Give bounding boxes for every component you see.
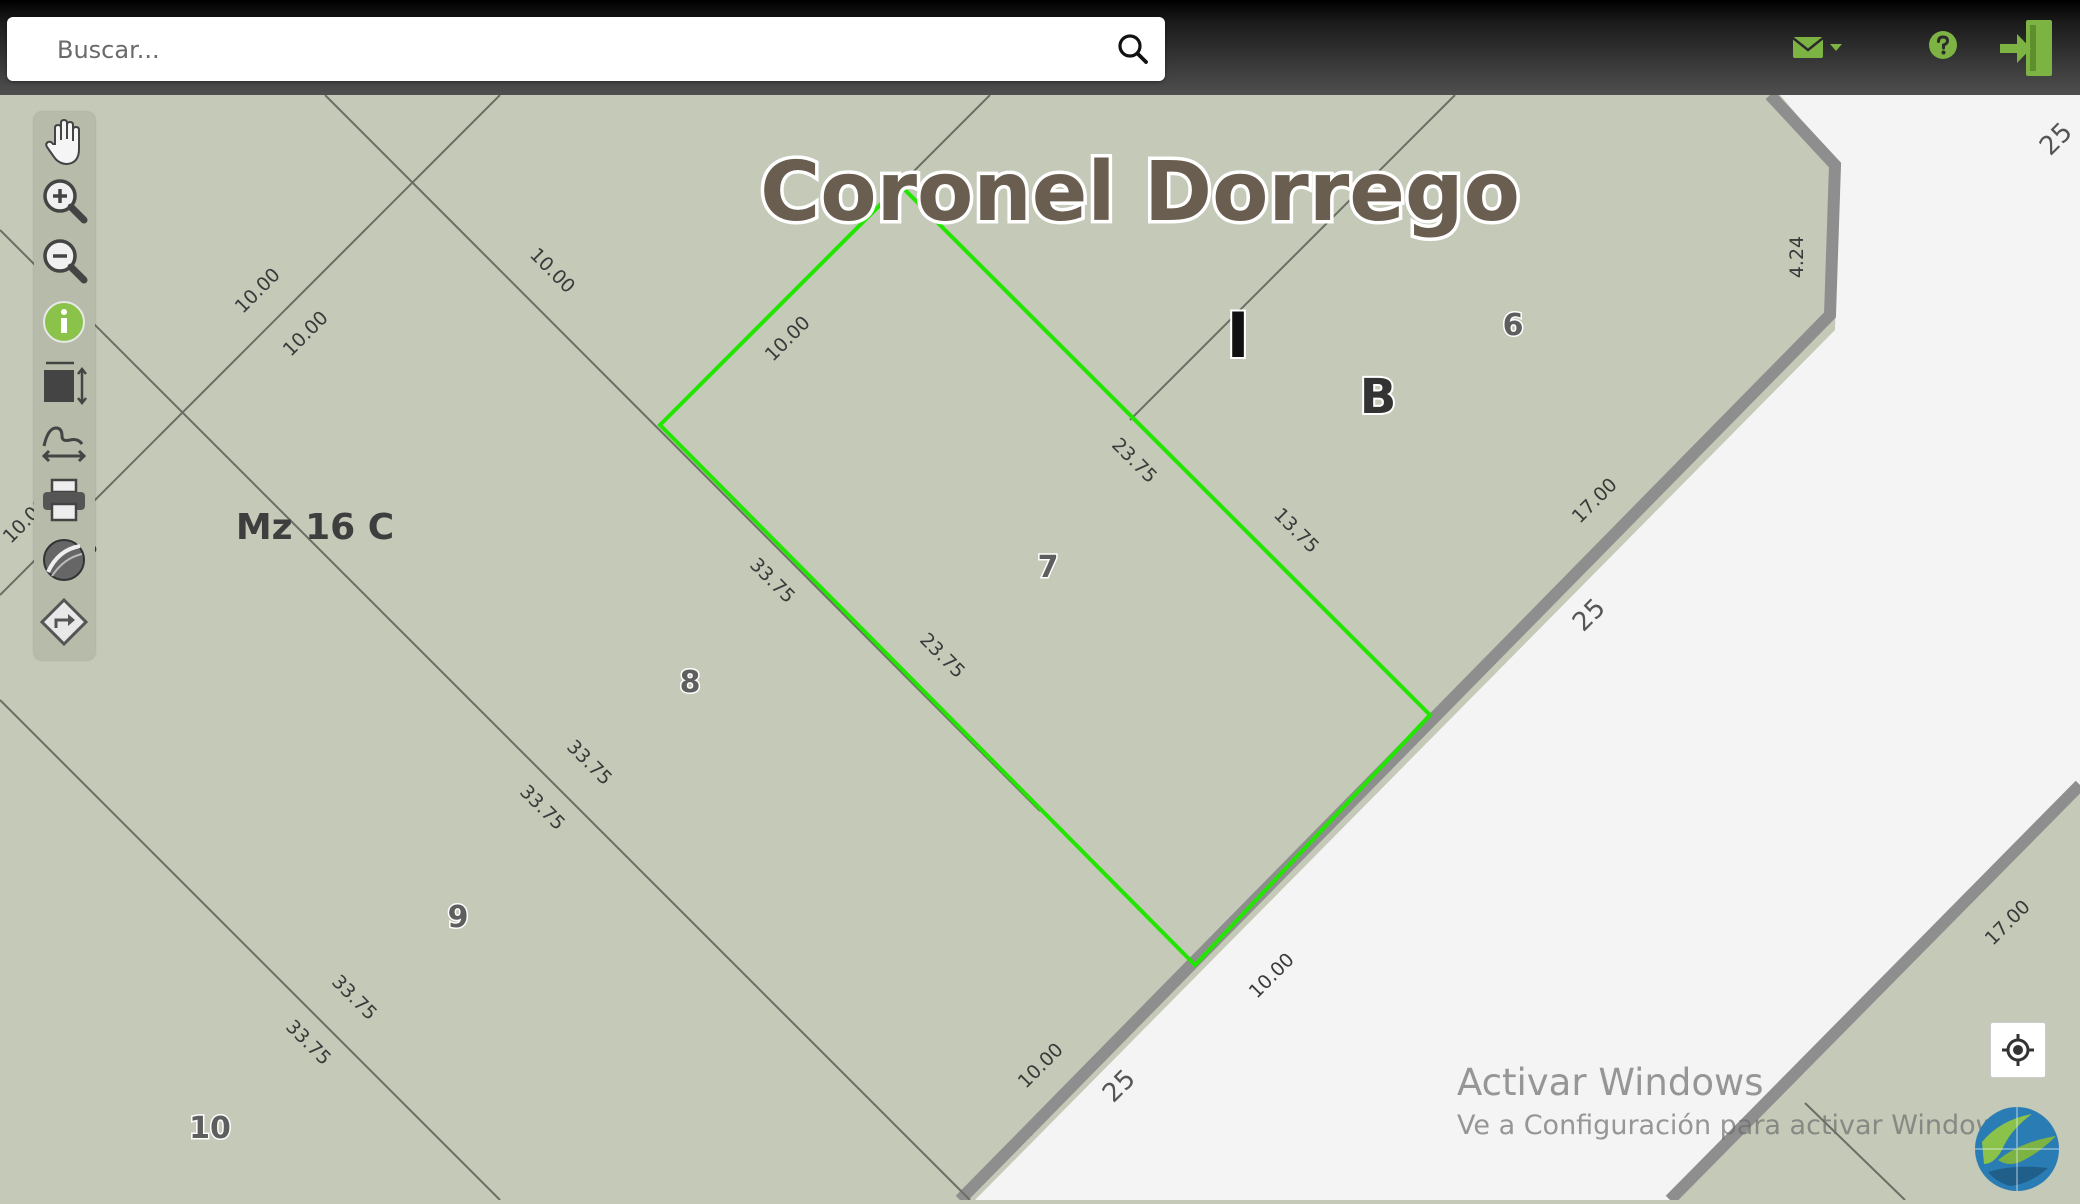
lot-number: 10 [189, 1111, 231, 1146]
crosshair-icon [2002, 1034, 2034, 1066]
logout-button[interactable] [1998, 17, 2056, 79]
lot-number: 7 [1038, 550, 1059, 585]
zoom-out-icon [43, 239, 88, 284]
envelope-icon [1792, 37, 1842, 58]
zoom-in-icon [43, 179, 88, 224]
section-mark: I [1226, 299, 1249, 372]
info-button[interactable] [38, 294, 91, 350]
measure-icon [41, 426, 87, 463]
zoom-extent-icon [44, 361, 87, 406]
layers-globe-icon [43, 539, 85, 581]
street-title: Coronel Dorrego [760, 145, 1520, 240]
exit-door-icon [2000, 20, 2052, 76]
top-bar [0, 0, 2080, 95]
help-button[interactable] [1928, 30, 1958, 60]
zoom-extent-button[interactable] [38, 356, 91, 412]
dimension-label: 4.24 [1786, 236, 1808, 278]
lot-number: 6 [1503, 308, 1524, 343]
layers-button[interactable] [38, 532, 91, 588]
zoom-out-button[interactable] [38, 232, 91, 288]
measure-button[interactable] [38, 412, 91, 468]
info-icon [43, 301, 85, 343]
print-button[interactable] [38, 472, 91, 528]
search-box [7, 17, 1165, 81]
zoom-in-button[interactable] [38, 172, 91, 228]
lot-number: 9 [448, 900, 469, 935]
cadastral-map[interactable]: Coronel Dorrego Mz 16 C B I 6 7 8 9 10 2… [0, 90, 2080, 1204]
directions-button[interactable] [38, 594, 91, 650]
question-circle-icon [1929, 31, 1957, 59]
globe-logo-icon [1975, 1107, 2059, 1191]
search-input[interactable] [55, 27, 1079, 73]
map-canvas[interactable]: Coronel Dorrego Mz 16 C B I 6 7 8 9 10 2… [0, 90, 2080, 1204]
block-label: Mz 16 C [236, 507, 394, 548]
pan-tool-button[interactable] [38, 114, 91, 170]
app-logo [1970, 1102, 2065, 1197]
directions-icon [39, 597, 89, 647]
map-toolbar [34, 112, 95, 660]
print-icon [43, 478, 85, 522]
section-label: B [1360, 369, 1397, 425]
lot-number: 8 [680, 665, 701, 700]
pan-hand-icon [45, 118, 80, 166]
mail-dropdown-button[interactable] [1790, 30, 1850, 64]
search-icon[interactable] [1115, 31, 1151, 67]
locate-button[interactable] [1990, 1022, 2046, 1078]
